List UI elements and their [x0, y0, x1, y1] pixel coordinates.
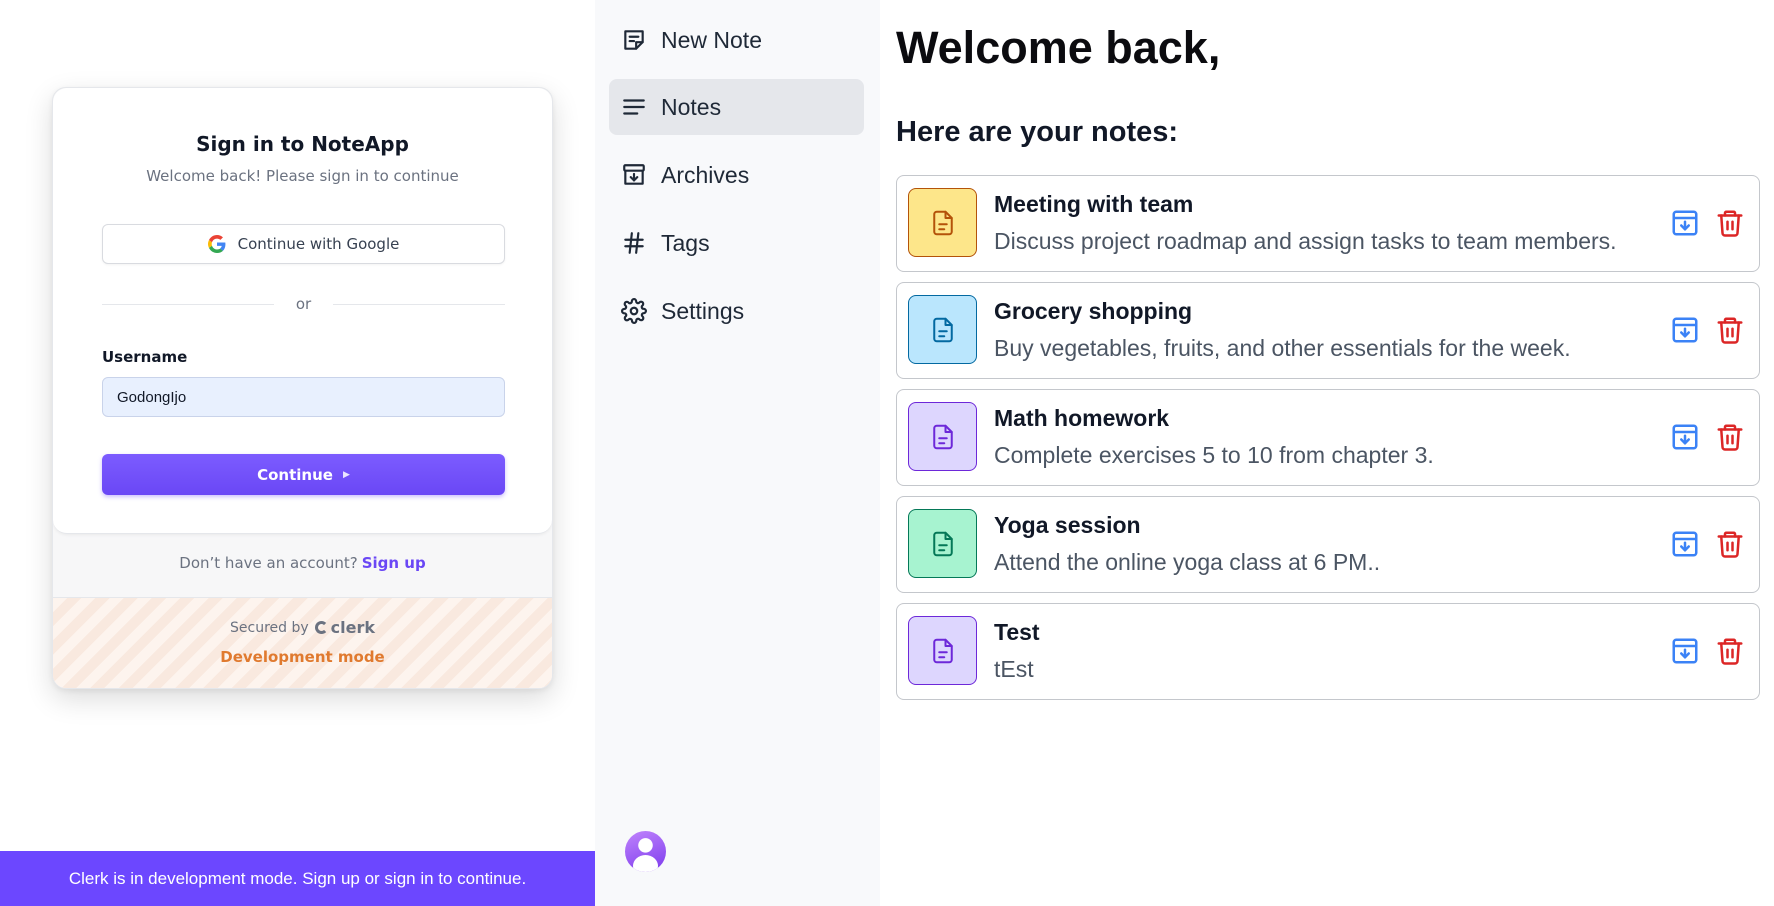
sidebar-item-label: New Note — [661, 26, 762, 53]
sign-up-link[interactable]: Sign up — [362, 554, 426, 572]
note-file-icon — [908, 509, 977, 578]
note-body: Attend the online yoga class at 6 PM.. — [994, 549, 1381, 575]
trash-icon — [1717, 531, 1743, 558]
sidebar-item-notes[interactable]: Notes — [609, 79, 864, 135]
google-icon — [207, 235, 226, 253]
note-title: Grocery shopping — [994, 298, 1193, 324]
development-mode-label: Development mode — [220, 648, 385, 666]
notes-icon — [623, 99, 645, 115]
signin-title: Sign in to NoteApp — [196, 132, 409, 156]
note-title: Math homework — [994, 405, 1170, 431]
sidebar-item-tags[interactable]: Tags — [609, 215, 864, 271]
sidebar-item-archives[interactable]: Archives — [609, 147, 864, 203]
note-file-icon — [908, 402, 977, 471]
archive-note-button[interactable] — [1670, 208, 1700, 238]
note-body: Buy vegetables, fruits, and other essent… — [994, 335, 1571, 361]
divider-line — [333, 304, 505, 305]
dev-mode-banner: Clerk is in development mode. Sign up or… — [0, 851, 595, 906]
secured-by-text: Secured by — [230, 619, 309, 636]
username-input[interactable] — [102, 377, 505, 417]
archive-note-button[interactable] — [1670, 636, 1700, 666]
sidebar-item-settings[interactable]: Settings — [609, 283, 864, 339]
continue-button[interactable]: Continue ▶ — [102, 454, 505, 495]
archive-icon — [1672, 638, 1698, 664]
note-body: Complete exercises 5 to 10 from chapter … — [994, 442, 1434, 468]
note-title: Test — [994, 619, 1040, 645]
delete-note-button[interactable] — [1715, 529, 1745, 559]
sidebar: New Note Notes Archives Tags Settings — [595, 0, 880, 906]
continue-button-label: Continue — [257, 465, 333, 484]
archive-icon — [1672, 531, 1698, 557]
delete-note-button[interactable] — [1715, 636, 1745, 666]
no-account-text: Don’t have an account? — [179, 554, 358, 572]
gear-icon — [621, 298, 647, 324]
or-divider: or — [102, 294, 505, 314]
note-card[interactable]: Test tEst — [896, 603, 1760, 700]
signin-card: Sign in to NoteApp Welcome back! Please … — [52, 87, 553, 689]
delete-note-button[interactable] — [1715, 208, 1745, 238]
sidebar-item-label: Settings — [661, 297, 745, 324]
clerk-logo: clerk — [314, 618, 375, 637]
signin-subtitle: Welcome back! Please sign in to continue — [146, 167, 459, 185]
page-title: Welcome back, — [896, 22, 1221, 73]
auth-pane: Sign in to NoteApp Welcome back! Please … — [0, 0, 595, 906]
trash-icon — [1717, 638, 1743, 665]
note-title: Yoga session — [994, 512, 1141, 538]
archive-note-button[interactable] — [1670, 422, 1700, 452]
note-title: Meeting with team — [994, 191, 1194, 217]
sidebar-item-label: Tags — [661, 229, 710, 256]
note-file-icon — [908, 295, 977, 364]
trash-icon — [1717, 317, 1743, 344]
delete-note-button[interactable] — [1715, 422, 1745, 452]
clerk-mark-icon — [314, 621, 328, 634]
note-card[interactable]: Yoga session Attend the online yoga class… — [896, 496, 1760, 593]
main-content: Welcome back, Here are your notes: Meeti… — [880, 0, 1774, 906]
note-body: tEst — [994, 656, 1034, 682]
archive-icon — [623, 164, 645, 185]
username-label: Username — [102, 348, 188, 366]
delete-note-button[interactable] — [1715, 315, 1745, 345]
hash-icon — [624, 232, 644, 254]
secured-by: Secured by clerk — [53, 618, 552, 637]
play-arrow-icon: ▶ — [342, 469, 350, 480]
sidebar-item-label: Archives — [661, 161, 750, 188]
signup-prompt: Don’t have an account? Sign up — [53, 554, 552, 572]
note-card[interactable]: Meeting with team Discuss project roadmap… — [896, 175, 1760, 272]
signin-card-body: Sign in to NoteApp Welcome back! Please … — [53, 88, 552, 534]
archive-note-button[interactable] — [1670, 529, 1700, 559]
google-button-label: Continue with Google — [237, 235, 400, 253]
archive-icon — [1672, 210, 1698, 236]
dev-mode-footer: Secured by clerk Development mode — [53, 598, 552, 688]
note-card[interactable]: Grocery shopping Buy vegetables, fruits, … — [896, 282, 1760, 379]
archive-icon — [1672, 317, 1698, 343]
archive-icon — [1672, 424, 1698, 450]
user-avatar[interactable] — [625, 831, 666, 872]
note-body: Discuss project roadmap and assign tasks… — [994, 228, 1617, 254]
trash-icon — [1717, 424, 1743, 451]
trash-icon — [1717, 210, 1743, 237]
sidebar-item-label: Notes — [661, 93, 722, 120]
new-note-icon — [624, 30, 644, 50]
note-file-icon — [908, 616, 977, 685]
archive-note-button[interactable] — [1670, 315, 1700, 345]
note-file-icon — [908, 188, 977, 257]
note-card[interactable]: Math homework Complete exercises 5 to 10 … — [896, 389, 1760, 486]
continue-with-google-button[interactable]: Continue with Google — [102, 224, 505, 264]
clerk-brand-text: clerk — [330, 618, 375, 637]
notes-heading: Here are your notes: — [896, 116, 1179, 148]
sidebar-item-new-note[interactable]: New Note — [609, 12, 864, 68]
